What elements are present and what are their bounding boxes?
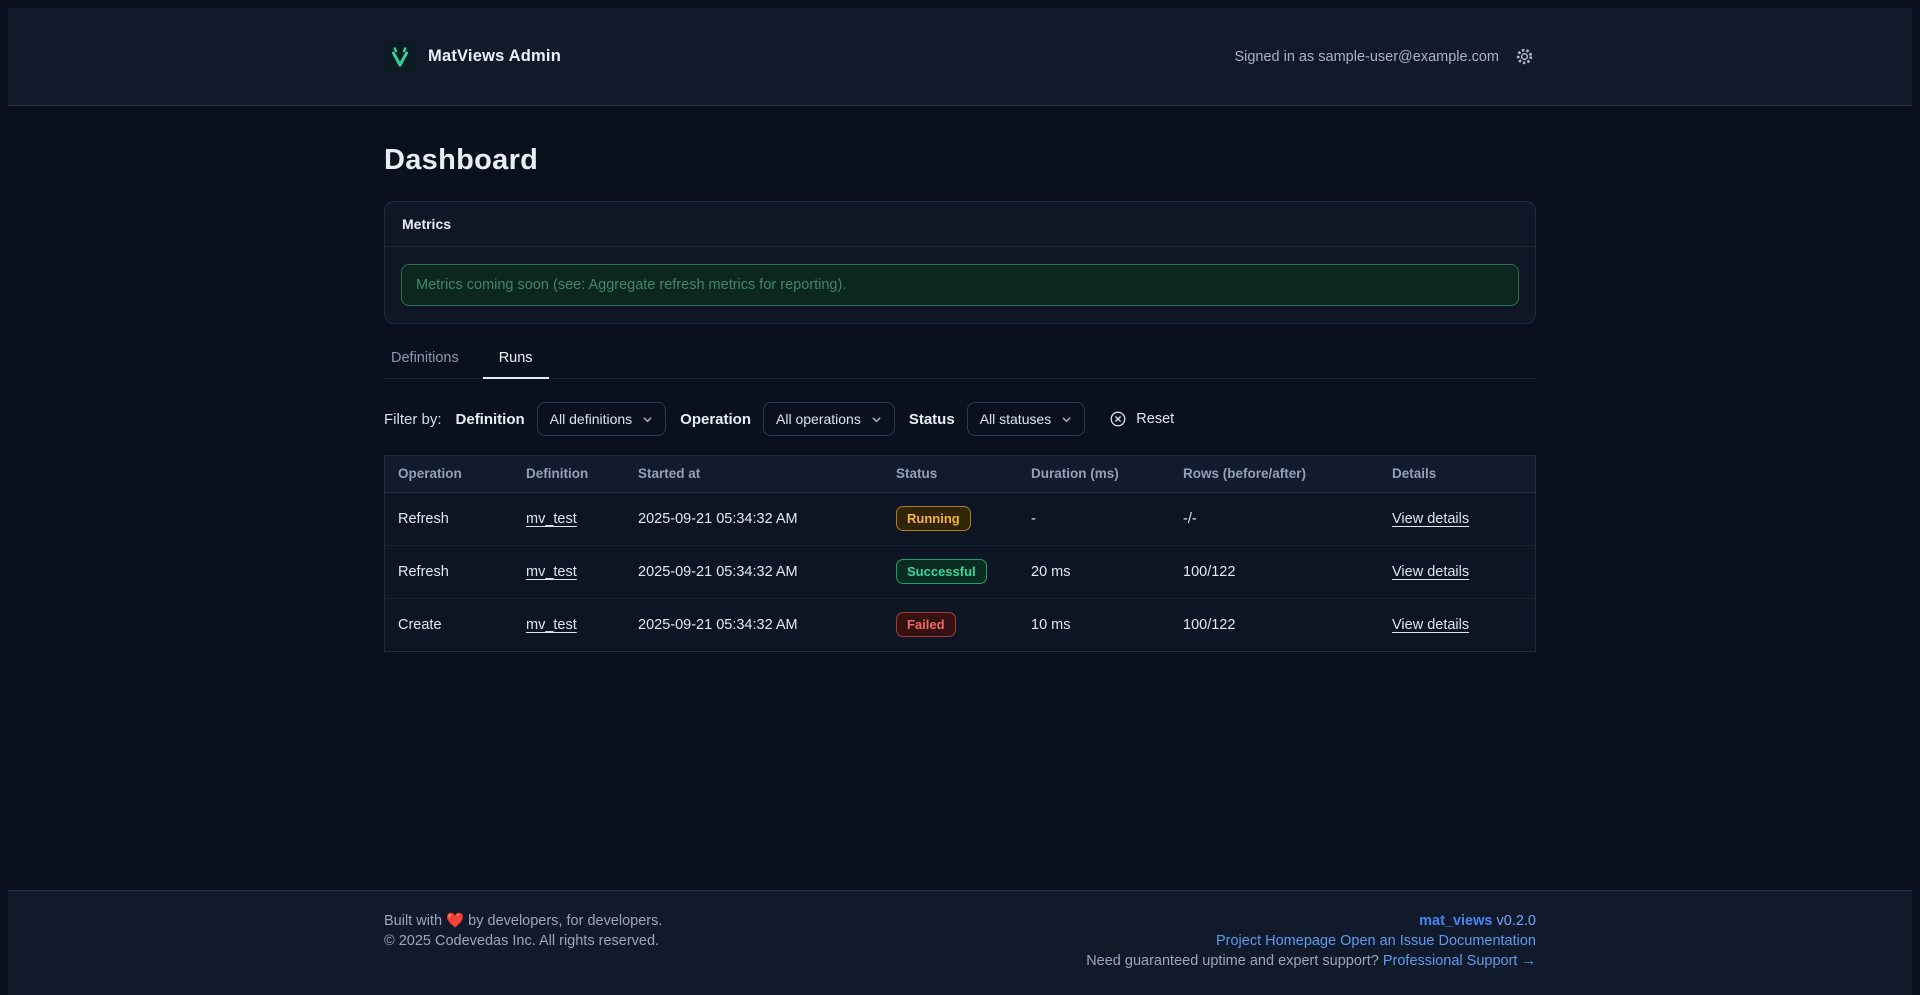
view-details-link[interactable]: View details — [1392, 617, 1469, 633]
version-text: v0.2.0 — [1497, 913, 1537, 929]
duration-cell: - — [1018, 492, 1170, 545]
version-line: mat_views v0.2.0 — [1086, 911, 1536, 931]
chevron-down-icon — [1061, 414, 1072, 425]
started-at-cell: 2025-09-21 05:34:32 AM — [625, 492, 883, 545]
metrics-card-body: Metrics coming soon (see: Aggregate refr… — [385, 247, 1535, 323]
app-footer: Built with ❤️ by developers, for develop… — [8, 890, 1912, 995]
footer-link-open-an-issue[interactable]: Open an Issue — [1340, 933, 1434, 949]
column-header: Operation — [385, 456, 513, 492]
runs-table: OperationDefinitionStarted atStatusDurat… — [384, 455, 1536, 652]
column-header: Details — [1379, 456, 1535, 492]
status-filter-label: Status — [909, 411, 955, 428]
status-badge: Failed — [896, 612, 956, 637]
professional-support-link[interactable]: Professional Support → — [1383, 953, 1536, 969]
view-details-link[interactable]: View details — [1392, 564, 1469, 580]
status-badge: Running — [896, 506, 971, 531]
column-header: Status — [883, 456, 1018, 492]
signed-in-text: Signed in as sample-user@example.com — [1234, 49, 1499, 65]
definition-cell: mv_test — [513, 598, 625, 651]
column-header: Rows (before/after) — [1170, 456, 1379, 492]
footer-right: mat_views v0.2.0 Project Homepage Open a… — [1086, 911, 1536, 971]
page-title: Dashboard — [384, 144, 1536, 177]
app-name-link[interactable]: mat_views — [1419, 913, 1492, 929]
operation-cell: Create — [385, 598, 513, 651]
support-line: Need guaranteed uptime and expert suppor… — [1086, 951, 1536, 971]
rows-cell: -/- — [1170, 492, 1379, 545]
operation-filter-label: Operation — [680, 411, 751, 428]
tab-bar: DefinitionsRuns — [384, 346, 1536, 379]
details-cell: View details — [1379, 598, 1535, 651]
footer-left: Built with ❤️ by developers, for develop… — [384, 911, 662, 951]
footer-link-project-homepage[interactable]: Project Homepage — [1216, 933, 1336, 949]
built-with-prefix: Built with — [384, 913, 442, 929]
table-row: Create mv_test 2025-09-21 05:34:32 AM Faile… — [385, 598, 1535, 651]
reset-filters-button[interactable]: Reset — [1109, 410, 1174, 428]
support-question: Need guaranteed uptime and expert suppor… — [1086, 953, 1379, 969]
view-details-link[interactable]: View details — [1392, 511, 1469, 527]
started-at-cell: 2025-09-21 05:34:32 AM — [625, 545, 883, 598]
column-header: Duration (ms) — [1018, 456, 1170, 492]
duration-cell: 20 ms — [1018, 545, 1170, 598]
definition-filter-value: All definitions — [550, 411, 633, 427]
reset-label: Reset — [1136, 411, 1174, 427]
tab-definitions[interactable]: Definitions — [375, 346, 475, 379]
definition-link[interactable]: mv_test — [526, 511, 577, 527]
table-row: Refresh mv_test 2025-09-21 05:34:32 AM Runn… — [385, 492, 1535, 545]
filter-bar: Filter by: Definition All definitions Op… — [384, 401, 1536, 437]
copyright-text: © 2025 Codevedas Inc. All rights reserve… — [384, 931, 662, 951]
metrics-coming-soon-notice: Metrics coming soon (see: Aggregate refr… — [401, 264, 1519, 306]
column-header: Definition — [513, 456, 625, 492]
filter-by-label: Filter by: — [384, 411, 442, 428]
operation-filter-select[interactable]: All operations — [763, 402, 895, 436]
built-with-suffix: by developers, for developers. — [468, 913, 662, 929]
table-header-row: OperationDefinitionStarted atStatusDurat… — [385, 456, 1535, 492]
circle-x-icon — [1109, 410, 1127, 428]
operation-filter-value: All operations — [776, 411, 861, 427]
rows-cell: 100/122 — [1170, 545, 1379, 598]
definition-filter-select[interactable]: All definitions — [537, 402, 667, 436]
chevron-down-icon — [642, 414, 653, 425]
column-header: Started at — [625, 456, 883, 492]
brand: MatViews Admin — [384, 41, 561, 73]
definition-filter-label: Definition — [456, 411, 525, 428]
chevron-down-icon — [871, 414, 882, 425]
tab-runs[interactable]: Runs — [483, 346, 549, 379]
rows-cell: 100/122 — [1170, 598, 1379, 651]
definition-link[interactable]: mv_test — [526, 564, 577, 580]
metrics-card: Metrics Metrics coming soon (see: Aggreg… — [384, 201, 1536, 324]
status-filter-select[interactable]: All statuses — [967, 402, 1086, 436]
duration-cell: 10 ms — [1018, 598, 1170, 651]
status-cell: Failed — [883, 598, 1018, 651]
table-row: Refresh mv_test 2025-09-21 05:34:32 AM Succ… — [385, 545, 1535, 598]
operation-cell: Refresh — [385, 545, 513, 598]
details-cell: View details — [1379, 492, 1535, 545]
heart-icon: ❤️ — [446, 913, 464, 929]
main-content: Dashboard Metrics Metrics coming soon (s… — [0, 106, 1920, 890]
metrics-card-title: Metrics — [385, 202, 1535, 247]
built-with-text: Built with ❤️ by developers, for develop… — [384, 911, 662, 931]
footer-link-documentation[interactable]: Documentation — [1438, 933, 1536, 949]
definition-cell: mv_test — [513, 545, 625, 598]
app-header: MatViews Admin Signed in as sample-user@… — [8, 8, 1912, 106]
v-logo-icon — [384, 41, 416, 73]
status-cell: Successful — [883, 545, 1018, 598]
brand-name: MatViews Admin — [428, 47, 561, 66]
operation-cell: Refresh — [385, 492, 513, 545]
definition-link[interactable]: mv_test — [526, 617, 577, 633]
status-filter-value: All statuses — [980, 411, 1052, 427]
details-cell: View details — [1379, 545, 1535, 598]
footer-links: Project Homepage Open an Issue Documenta… — [1086, 931, 1536, 951]
status-cell: Running — [883, 492, 1018, 545]
status-badge: Successful — [896, 559, 987, 584]
started-at-cell: 2025-09-21 05:34:32 AM — [625, 598, 883, 651]
definition-cell: mv_test — [513, 492, 625, 545]
settings-gear-icon[interactable] — [1513, 45, 1536, 68]
